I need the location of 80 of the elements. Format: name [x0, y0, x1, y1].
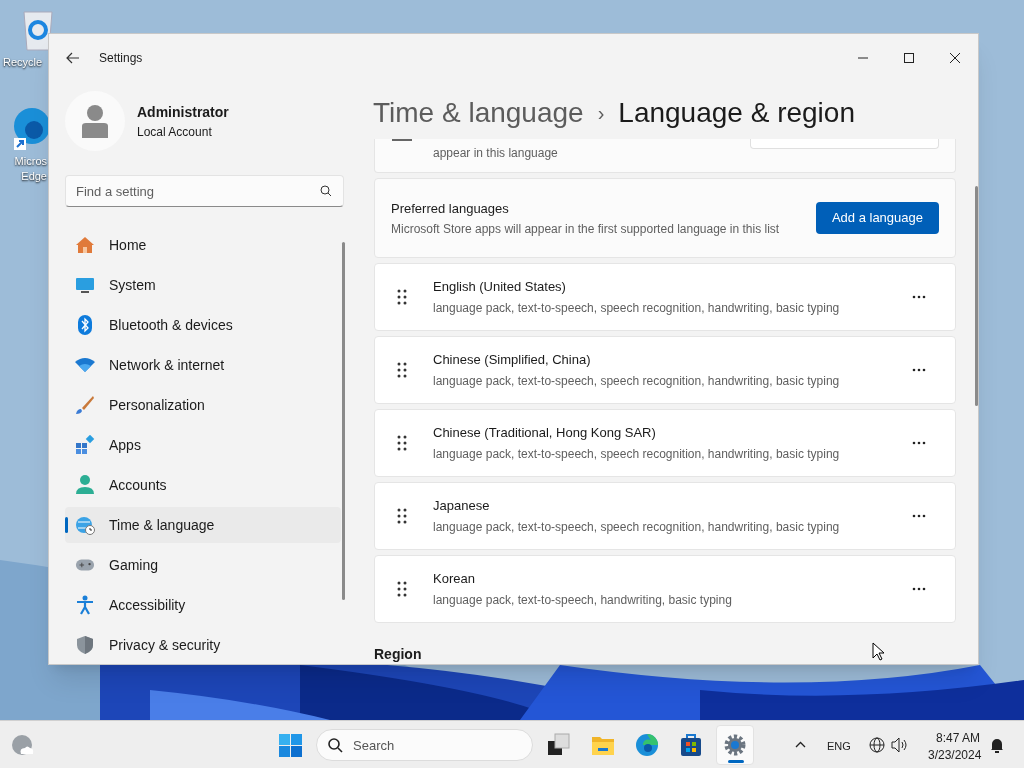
language-name: English (United States)	[433, 278, 567, 297]
window-title: Settings	[99, 50, 143, 67]
language-features: language pack, text-to-speech, speech recognition, handwriting, basic typing	[433, 445, 841, 463]
more-icon	[912, 587, 926, 591]
card-title: Preferred languages	[391, 199, 510, 218]
language-indicator[interactable]: ENG	[827, 738, 851, 755]
nav-item[interactable]: Gaming	[65, 547, 341, 583]
language-features: language pack, text-to-speech, speech recognition, handwriting, basic typing	[433, 299, 841, 317]
drag-handle-icon[interactable]	[397, 508, 407, 524]
nav-item[interactable]: Accounts	[65, 467, 341, 503]
monitor-icon	[75, 277, 95, 293]
add-language-button[interactable]: Add a language	[815, 202, 939, 234]
nav-item[interactable]: Accessibility	[65, 587, 341, 623]
globe-icon[interactable]	[869, 737, 885, 753]
shield-icon	[76, 635, 94, 655]
more-icon	[912, 514, 926, 518]
card-description: appear in this language	[433, 145, 558, 162]
drag-handle-icon[interactable]	[397, 289, 407, 305]
taskbar-search[interactable]: Search	[316, 729, 533, 761]
language-card[interactable]: Japanese language pack, text-to-speech, speech recognition, handwriting, basic typing	[374, 482, 956, 550]
nav-item[interactable]: Home	[65, 227, 341, 263]
language-name: Korean	[433, 570, 476, 589]
nav-item[interactable]: System	[65, 267, 341, 303]
apps-icon	[75, 435, 95, 455]
cursor-icon	[872, 642, 884, 661]
close-icon	[950, 53, 960, 63]
wifi-icon	[75, 357, 95, 373]
drag-handle-icon[interactable]	[397, 581, 407, 597]
more-icon	[912, 441, 926, 445]
more-icon	[912, 368, 926, 372]
accessibility-icon	[76, 595, 94, 615]
breadcrumb-parent[interactable]: Time & language	[373, 92, 584, 134]
person-icon	[76, 475, 94, 495]
language-features: language pack, text-to-speech, speech recognition, handwriting, basic typing	[433, 372, 841, 390]
page-title: Language & region	[618, 96, 855, 130]
gamepad-icon	[75, 558, 95, 572]
account-name: Administrator	[137, 102, 229, 122]
home-icon	[75, 236, 95, 254]
drag-handle-icon[interactable]	[397, 362, 407, 378]
language-card[interactable]: English (United States) language pack, text-to-speech, speech recognition, handwriting, basic typing	[374, 263, 956, 331]
scrollbar[interactable]	[975, 186, 978, 406]
speaker-icon[interactable]	[891, 737, 909, 753]
nav-item[interactable]: Network & internet	[65, 347, 341, 383]
language-card[interactable]: Chinese (Simplified, China) language pack, text-to-speech, speech recognition, handwriting, basic typing	[374, 336, 956, 404]
nav-item[interactable]: Personalization	[65, 387, 341, 423]
store-icon	[679, 733, 703, 757]
nav-item[interactable]: Apps	[65, 427, 341, 463]
nav-item[interactable]: Bluetooth & devices	[65, 307, 341, 343]
search-icon	[328, 738, 343, 753]
maximize-icon	[904, 53, 914, 63]
more-icon	[912, 295, 926, 299]
language-features: language pack, text-to-speech, handwriting, basic typing	[433, 591, 733, 609]
globe-clock-icon	[75, 515, 95, 535]
start-icon[interactable]	[279, 734, 302, 757]
nav-item[interactable]: Privacy & security	[65, 627, 341, 663]
clock-time[interactable]: 8:47 AM	[936, 729, 981, 747]
task-view-icon	[547, 733, 571, 757]
card-description: Microsoft Store apps will appear in the first supported language in this list	[391, 221, 781, 238]
weather-icon[interactable]	[11, 734, 35, 756]
scrollbar[interactable]	[342, 242, 345, 600]
brush-icon	[75, 395, 95, 415]
browser-icon	[635, 733, 659, 757]
account-type: Local Account	[137, 123, 213, 141]
language-card[interactable]: Korean language pack, text-to-speech, handwriting, basic typing	[374, 555, 956, 623]
language-name: Japanese	[433, 497, 491, 516]
search-field[interactable]: Find a setting	[65, 175, 344, 207]
language-features: language pack, text-to-speech, speech recognition, handwriting, basic typing	[433, 518, 841, 536]
breadcrumb-separator: ›	[597, 101, 605, 126]
gear-icon	[723, 733, 747, 757]
language-name: Chinese (Simplified, China)	[433, 351, 592, 370]
bluetooth-icon	[78, 315, 92, 335]
section-heading: Region	[374, 645, 422, 664]
search-icon	[320, 185, 332, 197]
nav-item[interactable]: Time & language	[65, 507, 341, 543]
drag-handle-icon[interactable]	[397, 435, 407, 451]
clock-date[interactable]: 3/23/2024	[928, 746, 982, 764]
language-name: Chinese (Traditional, Hong Kong SAR)	[433, 424, 657, 443]
chevron-up-icon[interactable]	[795, 741, 806, 748]
language-card[interactable]: Chinese (Traditional, Hong Kong SAR) language pack, text-to-speech, speech recognition, handwriting, basic typing	[374, 409, 956, 477]
notification-icon[interactable]	[990, 737, 1004, 753]
